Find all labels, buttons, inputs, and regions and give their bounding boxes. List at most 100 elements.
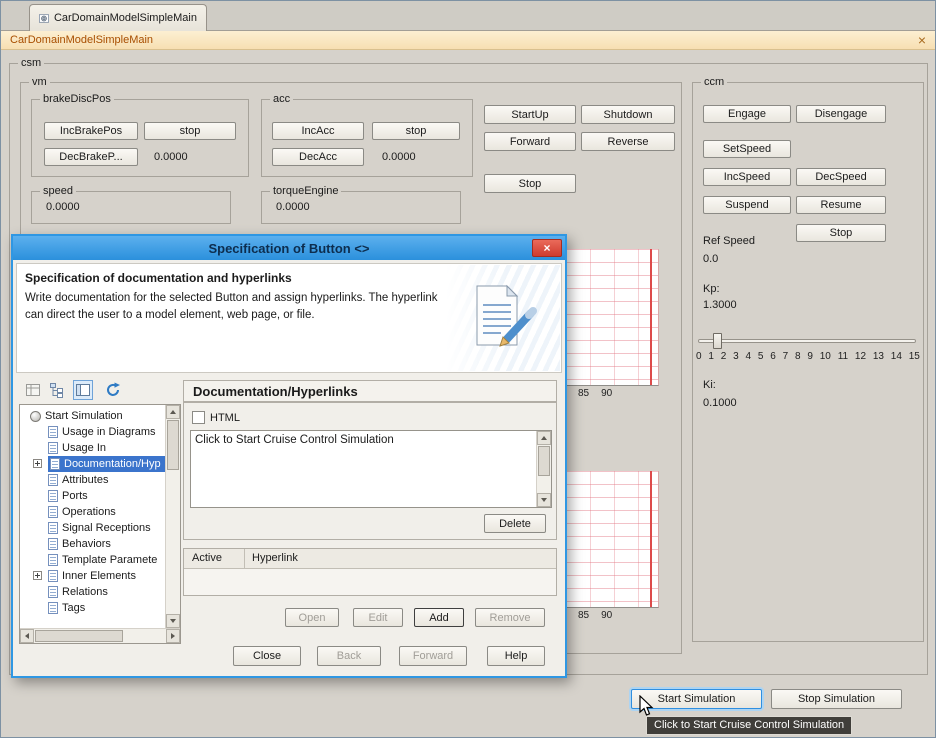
tree-vertical-scrollbar[interactable] — [165, 405, 180, 628]
slider-tick-label: 6 — [770, 351, 776, 362]
scroll-left-arrow[interactable] — [20, 629, 34, 643]
expand-plus-icon[interactable] — [33, 571, 42, 580]
reverse-button[interactable]: Reverse — [581, 132, 675, 151]
resume-button[interactable]: Resume — [796, 196, 886, 214]
forward-button[interactable]: Forward — [484, 132, 576, 151]
help-button[interactable]: Help — [487, 646, 545, 666]
scroll-up-arrow[interactable] — [166, 405, 180, 419]
column-hyperlink: Hyperlink — [252, 552, 298, 564]
ki-label: Ki: — [703, 379, 716, 391]
tree-item-attributes[interactable]: Attributes — [20, 472, 165, 488]
tree-item-template-parameters[interactable]: Template Paramete — [20, 552, 165, 568]
tree-item-operations[interactable]: Operations — [20, 504, 165, 520]
acc-stop-button[interactable]: stop — [372, 122, 460, 140]
dialog-description: Write documentation for the selected But… — [25, 290, 445, 323]
chart-time-marker — [650, 249, 652, 385]
kp-slider[interactable] — [698, 339, 916, 343]
open-button[interactable]: Open — [285, 608, 339, 627]
ref-speed-value: 0.0 — [703, 253, 718, 265]
back-button[interactable]: Back — [317, 646, 381, 666]
shutdown-button[interactable]: Shutdown — [581, 105, 675, 124]
scroll-right-arrow[interactable] — [166, 629, 180, 643]
tree-item-label: Signal Receptions — [62, 522, 151, 534]
tab-cardomainmodelsimplemain[interactable]: CarDomainModelSimpleMain — [29, 4, 207, 31]
scroll-up-arrow[interactable] — [537, 431, 551, 445]
tree-item-label: Inner Elements — [62, 570, 136, 582]
scrollbar-thumb[interactable] — [35, 630, 123, 642]
refresh-icon[interactable] — [103, 380, 123, 400]
decacc-button[interactable]: DecAcc — [272, 148, 364, 166]
scroll-down-arrow[interactable] — [537, 493, 551, 507]
disengage-button[interactable]: Disengage — [796, 105, 886, 123]
vm-stop-button[interactable]: Stop — [484, 174, 576, 193]
edit-button[interactable]: Edit — [353, 608, 403, 627]
mouse-cursor — [639, 695, 657, 719]
ref-speed-label: Ref Speed — [703, 235, 755, 247]
document-icon — [48, 490, 58, 502]
tree-item-signal-receptions[interactable]: Signal Receptions — [20, 520, 165, 536]
torqueengine-group-label: torqueEngine — [270, 185, 341, 197]
documentation-textarea[interactable]: Click to Start Cruise Control Simulation — [190, 430, 552, 508]
tree-item-tags[interactable]: Tags — [20, 600, 165, 616]
speed-value: 0.0000 — [46, 201, 80, 213]
slider-tick-label: 15 — [909, 351, 920, 362]
brake-stop-button[interactable]: stop — [144, 122, 236, 140]
slider-tick-label: 8 — [795, 351, 801, 362]
diagram-header: CarDomainModelSimpleMain × — [1, 31, 935, 50]
dialog-close-button[interactable]: × — [532, 239, 562, 257]
speed-chart-xticks: 85 90 — [578, 388, 612, 399]
startup-button[interactable]: StartUp — [484, 105, 576, 124]
textarea-scrollbar[interactable] — [536, 431, 551, 507]
ccm-stop-button[interactable]: Stop — [796, 224, 886, 242]
tree-item-usage-in[interactable]: Usage In — [20, 440, 165, 456]
tree-item-inner-elements[interactable]: Inner Elements — [20, 568, 165, 584]
tree-item-relations[interactable]: Relations — [20, 584, 165, 600]
tree-view-icon[interactable] — [47, 380, 67, 400]
grid-view-icon[interactable] — [23, 380, 43, 400]
kp-value: 1.3000 — [703, 299, 737, 311]
tree-item-label: Template Paramete — [62, 554, 157, 566]
scrollbar-thumb[interactable] — [538, 446, 550, 476]
tree-item-label: Tags — [62, 602, 85, 614]
expand-plus-icon[interactable] — [33, 459, 42, 468]
incspeed-button[interactable]: IncSpeed — [703, 168, 791, 186]
dialog-title: Specification of Button <> — [208, 241, 369, 256]
dialog-titlebar[interactable]: Specification of Button <> × — [13, 236, 565, 260]
decspeed-button[interactable]: DecSpeed — [796, 168, 886, 186]
delete-button[interactable]: Delete — [484, 514, 546, 533]
tree-item-behaviors[interactable]: Behaviors — [20, 536, 165, 552]
html-checkbox[interactable] — [192, 411, 205, 424]
close-button[interactable]: Close — [233, 646, 301, 666]
diagram-close-icon[interactable]: × — [918, 33, 926, 47]
tree-item-usage-in-diagrams[interactable]: Usage in Diagrams — [20, 424, 165, 440]
setspeed-button[interactable]: SetSpeed — [703, 140, 791, 158]
tree-item-documentation-hyperlinks[interactable]: Documentation/Hyp — [20, 456, 165, 472]
document-icon — [48, 474, 58, 486]
tree-item-label: Attributes — [62, 474, 108, 486]
document-pencil-icon — [467, 283, 539, 353]
compartments-view-icon[interactable] — [73, 380, 93, 400]
kp-slider-thumb[interactable] — [713, 333, 722, 349]
tree-horizontal-scrollbar[interactable] — [20, 628, 180, 643]
stop-simulation-button[interactable]: Stop Simulation — [771, 689, 902, 709]
slider-tick-label: 7 — [783, 351, 789, 362]
scroll-down-arrow[interactable] — [166, 614, 180, 628]
tree-item-label: Ports — [62, 490, 88, 502]
engage-button[interactable]: Engage — [703, 105, 791, 123]
forward-button[interactable]: Forward — [399, 646, 467, 666]
brakediscpos-group: brakeDiscPos IncBrakePos stop DecBrakeP.… — [31, 99, 249, 177]
torqueengine-group: torqueEngine 0.0000 — [261, 191, 461, 224]
suspend-button[interactable]: Suspend — [703, 196, 791, 214]
incacc-button[interactable]: IncAcc — [272, 122, 364, 140]
xtick-label: 90 — [601, 388, 612, 399]
scrollbar-thumb[interactable] — [167, 420, 179, 470]
torque-chart-fragment — [566, 471, 659, 608]
remove-button[interactable]: Remove — [475, 608, 545, 627]
decbrakepos-button[interactable]: DecBrakeP... — [44, 148, 138, 166]
add-button[interactable]: Add — [414, 608, 464, 627]
speed-group-label: speed — [40, 185, 76, 197]
slider-tick-label: 1 — [708, 351, 714, 362]
tree-item-ports[interactable]: Ports — [20, 488, 165, 504]
incbrakepos-button[interactable]: IncBrakePos — [44, 122, 138, 140]
tree-item-start-simulation[interactable]: Start Simulation — [20, 408, 165, 424]
